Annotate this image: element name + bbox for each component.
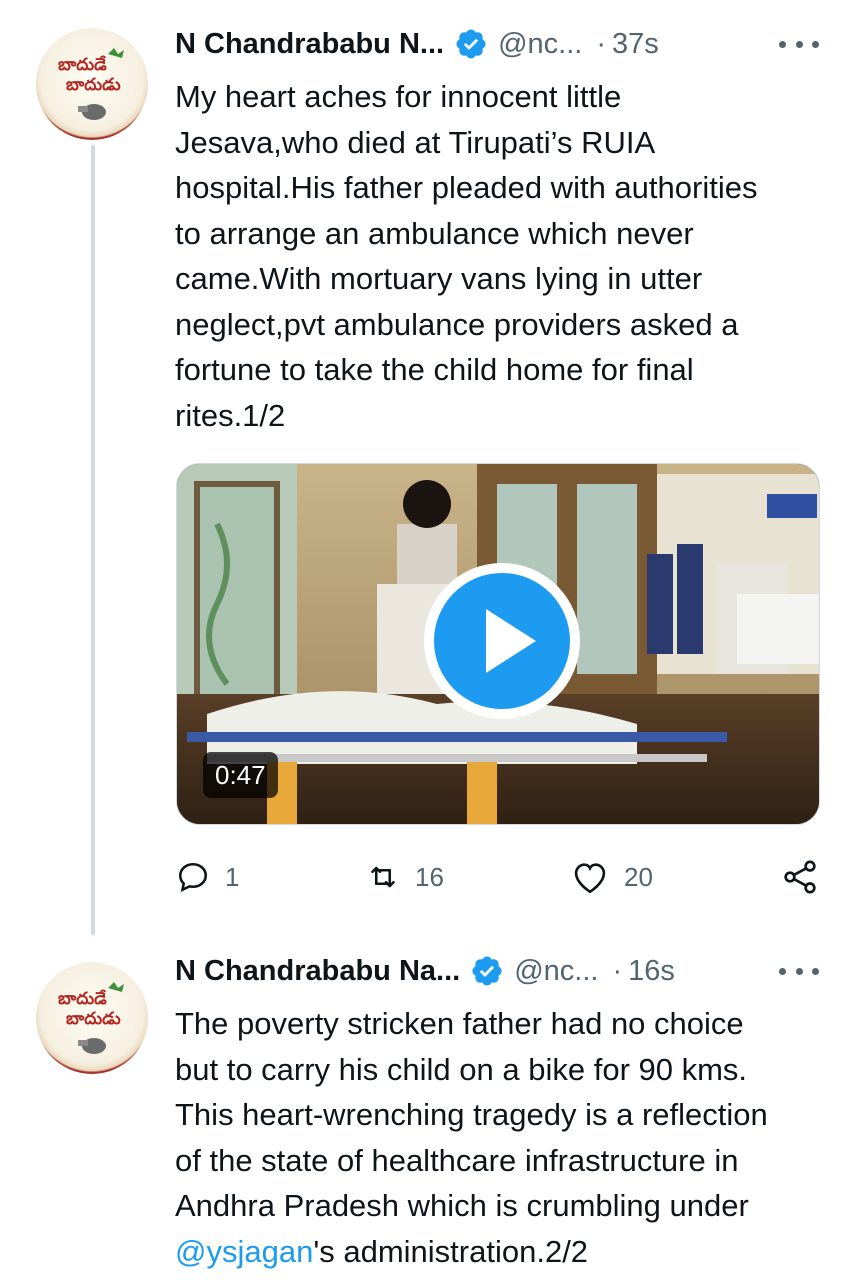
retweet-icon — [371, 866, 395, 888]
badude-badudu-logo: బాదుడే బాదుడు — [58, 48, 124, 120]
svg-text:బాదుడు: బాదుడు — [66, 1009, 121, 1029]
video-duration-badge: 0:47 — [203, 752, 278, 798]
svg-text:బాదుడే: బాదుడే — [58, 55, 107, 75]
author-name[interactable]: N Chandrababu N... — [175, 28, 444, 61]
retweet-count: 16 — [415, 861, 444, 892]
author-name[interactable]: N Chandrababu Na... — [175, 955, 460, 988]
tweet-text-line: The poverty stricken father had no choic… — [175, 1006, 744, 1041]
mention-link[interactable]: @ysjagan — [175, 1234, 313, 1269]
tweet-text-line: of the state of healthcare infrastructur… — [175, 1142, 739, 1178]
tweet-text-line: but to carry his child on a bike for 90 … — [175, 1051, 748, 1087]
tweet-text-line: This heart-wrenching tragedy is a reflec… — [175, 1097, 768, 1132]
tweet-text-line-last: @ysjagan's administration.2/2 — [175, 1229, 835, 1275]
tweet-text-line: came.With mortuary vans lying in utter — [175, 261, 703, 296]
verified-badge-icon — [472, 956, 502, 986]
play-icon — [434, 573, 570, 709]
heart-icon — [574, 863, 606, 894]
separator-dot: · — [612, 954, 623, 987]
verified-badge-icon — [456, 29, 486, 59]
play-button[interactable] — [424, 563, 580, 719]
avatar[interactable]: బాదుడే బాదుడు — [36, 962, 148, 1074]
avatar[interactable]: బాదుడే బాదుడు — [36, 28, 148, 140]
tweet-text-line: My heart aches for innocent little — [175, 79, 622, 114]
tweet-text-line: fortune to take the child home for final — [175, 352, 694, 387]
share-button[interactable] — [780, 852, 820, 902]
author-handle[interactable]: @nc... — [514, 955, 598, 988]
tweet-text-fragment: 's administration.2/2 — [313, 1233, 589, 1269]
author-handle[interactable]: @nc... — [498, 28, 582, 61]
tweet-text-line: neglect,pvt ambulance providers asked a — [175, 306, 739, 342]
reply-button[interactable]: 1 — [175, 852, 239, 902]
like-count: 20 — [624, 861, 653, 892]
tweet-text-line: to arrange an ambulance which never — [175, 215, 694, 251]
share-icon — [784, 860, 816, 894]
thread-connector-line — [91, 145, 95, 935]
tweet-text-line: Andhra Pradesh which is crumbling under — [175, 1188, 749, 1223]
tweet-header: N Chandrababu Na... @nc... · 16s — [175, 951, 675, 991]
tweet-text-line: Jesava,who died at Tirupati’s RUIA — [175, 124, 656, 160]
tweet-header: N Chandrababu N... @nc... · 37s — [175, 24, 659, 64]
reply-icon — [178, 862, 208, 893]
more-options-icon[interactable] — [779, 961, 819, 981]
tweet-text-line: hospital.His father pleaded with authori… — [175, 170, 758, 205]
badude-badudu-logo: బాదుడే బాదుడు — [58, 982, 124, 1054]
svg-text:బాదుడే: బాదుడే — [58, 989, 107, 1009]
tweet-text-line: rites.1/2 — [175, 397, 286, 433]
like-button[interactable]: 20 — [570, 852, 653, 902]
tweet-1[interactable]: బాదుడే బాదుడు N Chandrababu N... @nc... … — [0, 0, 859, 940]
svg-text:బాదుడు: బాదుడు — [66, 75, 121, 95]
tweet-text: The poverty stricken father had no choic… — [175, 1001, 835, 1274]
tweet-timestamp[interactable]: 16s — [628, 955, 675, 988]
separator-dot: · — [596, 27, 606, 60]
tweet-timestamp[interactable]: 37s — [612, 28, 659, 61]
retweet-button[interactable]: 16 — [365, 852, 444, 902]
more-options-icon[interactable] — [779, 34, 819, 54]
tweet-text: My heart aches for innocent little Jesav… — [175, 74, 835, 438]
reply-count: 1 — [225, 861, 240, 892]
tweet-actions: 1 16 20 — [175, 852, 825, 902]
